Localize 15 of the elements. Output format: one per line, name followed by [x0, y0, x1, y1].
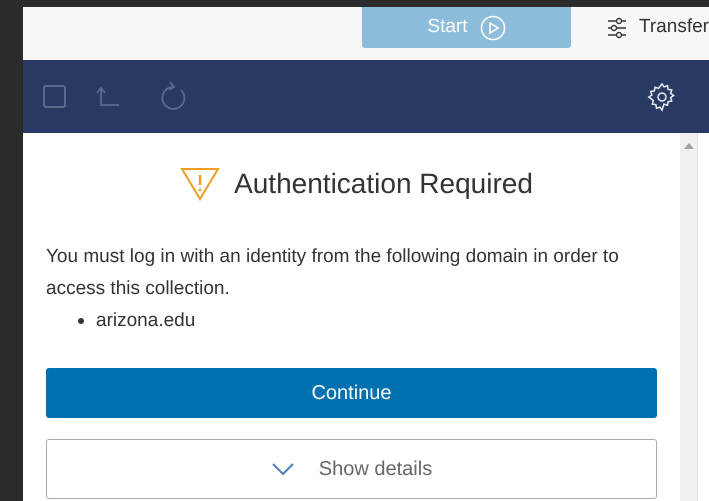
scrollbar[interactable]	[680, 133, 697, 501]
chevron-icon	[270, 462, 295, 476]
warning-icon	[180, 166, 220, 202]
show-details-button[interactable]: Show details	[46, 439, 657, 499]
dialog-title: Authentication Required	[234, 167, 533, 201]
domain-item: arizona.edu	[96, 309, 196, 333]
settings-icon[interactable]	[647, 82, 677, 112]
sliders-icon	[606, 16, 627, 38]
transfer-options-button[interactable]: Transfer	[606, 7, 709, 48]
bullet-icon	[78, 318, 84, 324]
auth-message: You must log in with an identity from the following domain in order to access this collection.	[46, 245, 620, 301]
scroll-up-icon[interactable]	[684, 143, 694, 149]
play-icon	[480, 14, 506, 40]
continue-button[interactable]: Continue	[46, 368, 657, 418]
up-folder-icon[interactable]	[95, 84, 121, 108]
